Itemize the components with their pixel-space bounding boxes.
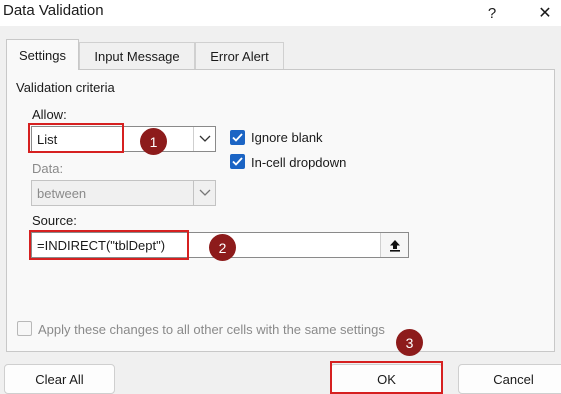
chevron-down-icon [193, 181, 215, 205]
tab-input-message-label: Input Message [94, 48, 180, 64]
ok-button[interactable]: OK [330, 364, 443, 394]
apply-to-all-checkbox[interactable] [17, 321, 32, 336]
tab-settings-label: Settings [19, 47, 66, 63]
window-title: Data Validation [3, 2, 104, 19]
tab-error-alert[interactable]: Error Alert [195, 42, 284, 69]
step-badge-2: 2 [209, 234, 236, 261]
allow-label: Allow: [32, 107, 67, 122]
source-value: =INDIRECT("tblDept") [37, 238, 166, 253]
ok-label: OK [377, 371, 396, 387]
data-value: between [37, 186, 87, 201]
ignore-blank-checkbox[interactable] [230, 130, 245, 145]
step-badge-3: 3 [396, 329, 423, 356]
data-label: Data: [32, 161, 64, 176]
source-label: Source: [32, 213, 77, 228]
tab-input-message[interactable]: Input Message [79, 42, 195, 69]
settings-panel [6, 69, 555, 352]
tab-error-alert-label: Error Alert [210, 48, 269, 64]
cancel-label: Cancel [493, 371, 534, 387]
tab-settings[interactable]: Settings [6, 39, 79, 70]
data-dropdown: between [31, 180, 216, 206]
clear-all-button[interactable]: Clear All [4, 364, 115, 394]
collapse-dialog-arrow-icon [389, 239, 400, 252]
cancel-button[interactable]: Cancel [458, 364, 561, 394]
close-button[interactable]: ✕ [530, 0, 560, 26]
chevron-down-icon[interactable] [193, 127, 215, 151]
clear-all-label: Clear All [35, 371, 84, 387]
title-bar: Data Validation ? ✕ [0, 0, 561, 26]
checkmark-icon [232, 133, 243, 142]
allow-dropdown[interactable]: List [31, 126, 216, 152]
apply-to-all-label: Apply these changes to all other cells w… [38, 322, 385, 337]
allow-value: List [37, 132, 58, 147]
help-button[interactable]: ? [477, 0, 507, 26]
step-badge-1: 1 [140, 128, 167, 155]
validation-criteria-label: Validation criteria [16, 80, 115, 95]
collapse-dialog-button[interactable] [380, 233, 408, 257]
incell-dropdown-label[interactable]: In-cell dropdown [251, 155, 346, 170]
checkmark-icon [232, 157, 243, 166]
ignore-blank-label[interactable]: Ignore blank [251, 130, 323, 145]
incell-dropdown-checkbox[interactable] [230, 154, 245, 169]
